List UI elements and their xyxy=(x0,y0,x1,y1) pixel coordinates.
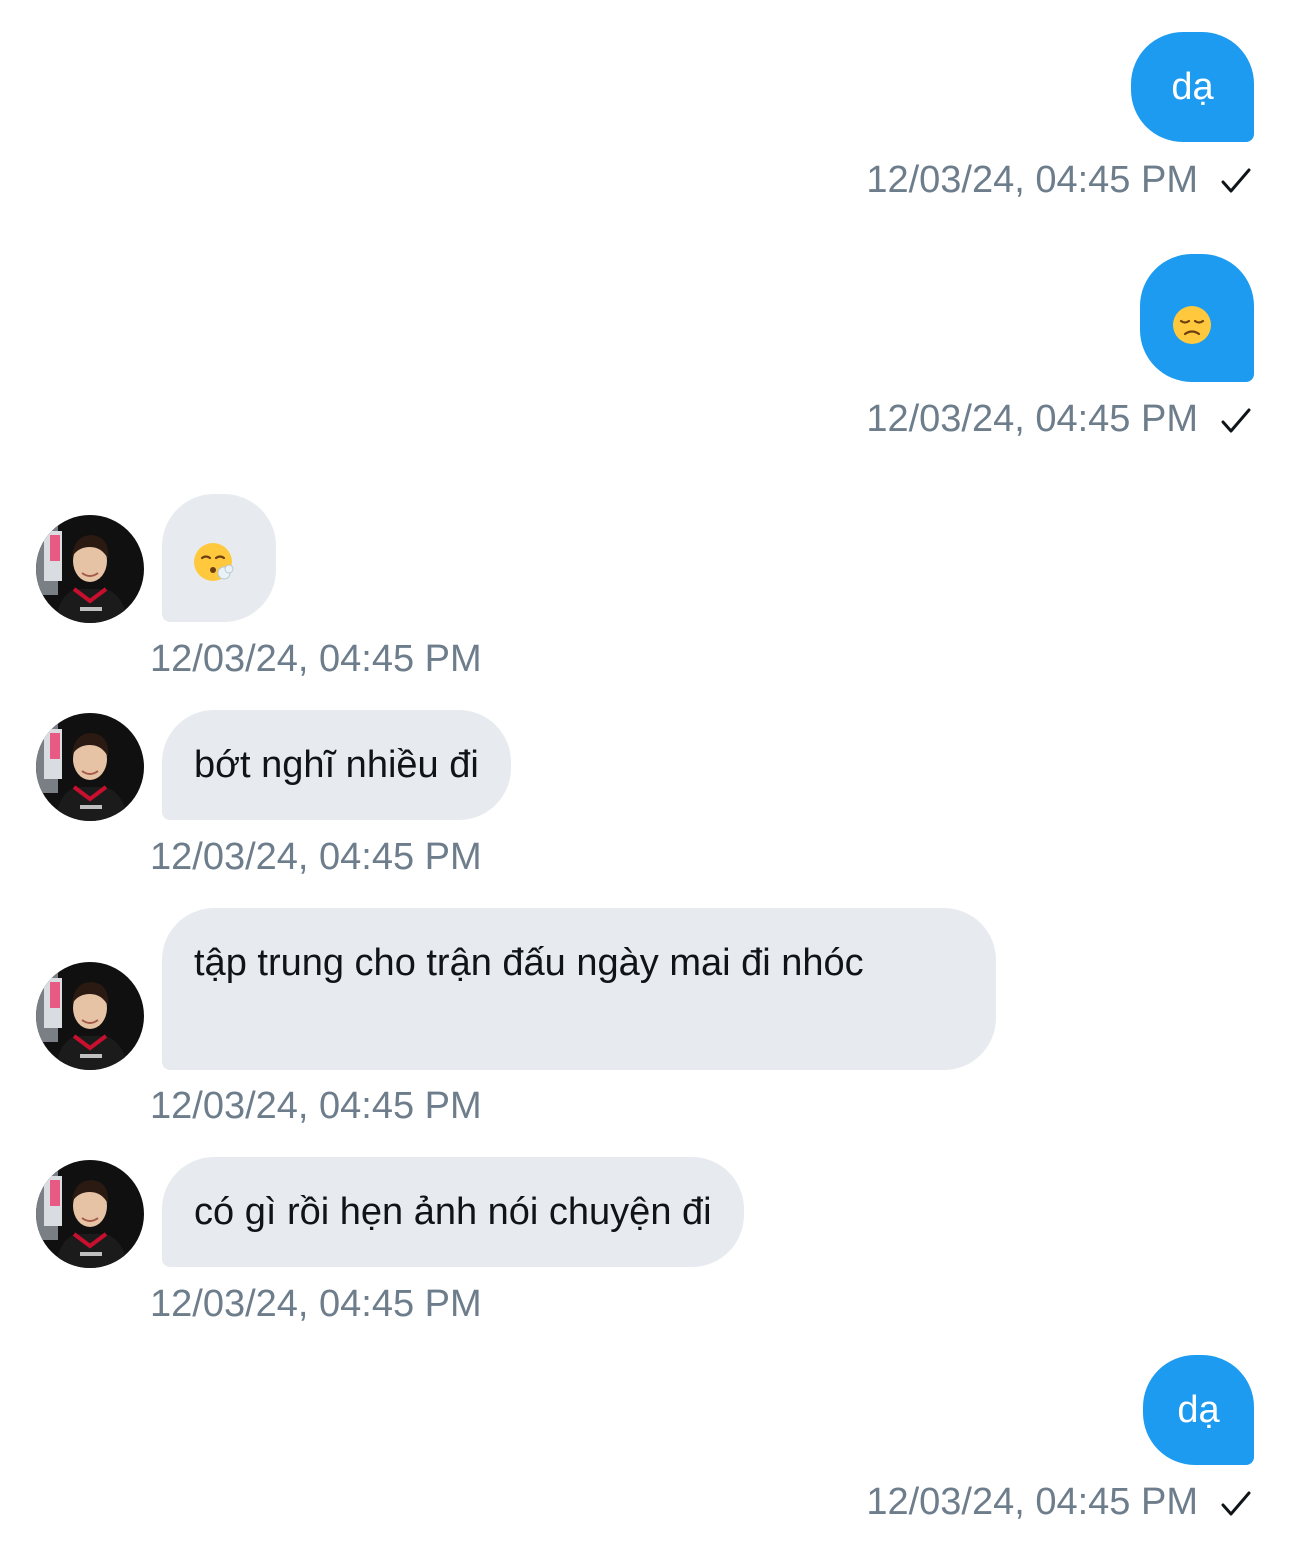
incoming-message-bubble[interactable]: bớt nghĩ nhiều đi xyxy=(162,710,511,820)
contact-avatar[interactable] xyxy=(36,713,144,821)
contact-avatar[interactable] xyxy=(36,515,144,623)
message-text: có gì rồi hẹn ảnh nói chuyện đi xyxy=(194,1191,712,1233)
message-timestamp: 12/03/24, 04:45 PM xyxy=(866,1481,1198,1523)
incoming-message-bubble[interactable]: có gì rồi hẹn ảnh nói chuyện đi xyxy=(162,1157,744,1267)
outgoing-message-bubble[interactable] xyxy=(1140,254,1254,382)
checkmark-icon xyxy=(1218,163,1254,199)
message-text: dạ xyxy=(1171,66,1214,108)
checkmark-icon xyxy=(1218,403,1254,439)
disappointed-face-emoji-icon xyxy=(1173,306,1211,344)
message-timestamp: 12/03/24, 04:45 PM xyxy=(150,638,482,680)
message-text: tập trung cho trận đấu ngày mai đi nhóc xyxy=(194,942,864,984)
message-timestamp: 12/03/24, 04:45 PM xyxy=(150,1085,482,1127)
outgoing-message-bubble[interactable]: dạ xyxy=(1131,32,1254,142)
outgoing-message-bubble[interactable]: dạ xyxy=(1143,1355,1254,1465)
checkmark-icon xyxy=(1218,1486,1254,1522)
message-text: bớt nghĩ nhiều đi xyxy=(194,744,479,786)
contact-avatar[interactable] xyxy=(36,1160,144,1268)
message-timestamp: 12/03/24, 04:45 PM xyxy=(866,398,1198,440)
contact-avatar[interactable] xyxy=(36,962,144,1070)
message-text: dạ xyxy=(1177,1389,1220,1431)
message-timestamp: 12/03/24, 04:45 PM xyxy=(150,1283,482,1325)
incoming-message-bubble[interactable]: tập trung cho trận đấu ngày mai đi nhóc xyxy=(162,908,996,1070)
message-timestamp: 12/03/24, 04:45 PM xyxy=(150,836,482,878)
face-exhaling-emoji-icon xyxy=(194,543,234,581)
incoming-message-bubble[interactable] xyxy=(162,494,276,622)
message-timestamp: 12/03/24, 04:45 PM xyxy=(866,159,1198,201)
